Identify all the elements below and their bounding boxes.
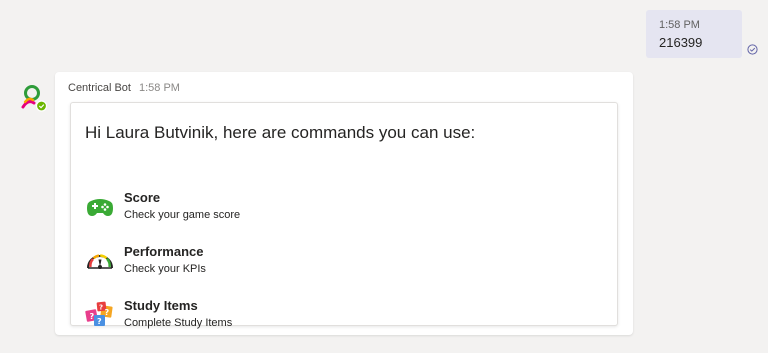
command-score-text: Score Check your game score bbox=[124, 189, 240, 223]
svg-text:?: ? bbox=[97, 317, 102, 326]
bot-sender-name[interactable]: Centrical Bot bbox=[68, 82, 131, 94]
command-study-items-text: Study Items Complete Study Items bbox=[124, 297, 232, 331]
svg-text:?: ? bbox=[99, 304, 103, 312]
command-score[interactable]: Score Check your game score bbox=[85, 189, 585, 225]
bot-message-time: 1:58 PM bbox=[138, 82, 180, 94]
command-title: Study Items bbox=[124, 298, 198, 313]
command-performance[interactable]: Performance Check your KPIs bbox=[85, 243, 585, 279]
sent-message-time: 1:58 PM bbox=[659, 19, 700, 31]
card-title: Hi Laura Butvinik, here are commands you… bbox=[85, 123, 476, 142]
sent-message-text: 216399 bbox=[659, 35, 703, 50]
read-check-icon bbox=[747, 44, 758, 55]
bot-message-header: Centrical Bot 1:58 PM bbox=[68, 81, 180, 95]
question-cards-icon: ? ? ? ? bbox=[85, 301, 113, 326]
command-performance-text: Performance Check your KPIs bbox=[124, 243, 206, 277]
speedometer-icon bbox=[87, 254, 113, 269]
bot-message: Centrical Bot 1:58 PM Hi Laura Butvinik, … bbox=[55, 72, 633, 335]
command-study-items[interactable]: ? ? ? ? Study Items Complete Study Items bbox=[85, 297, 585, 333]
svg-text:?: ? bbox=[105, 308, 110, 317]
sent-message-bubble[interactable]: 1:58 PM 216399 bbox=[646, 10, 742, 58]
commands-card: Hi Laura Butvinik, here are commands you… bbox=[70, 102, 618, 329]
command-description: Complete Study Items bbox=[124, 317, 233, 329]
command-title: Performance bbox=[124, 244, 204, 259]
chat-area: 1:58 PM 216399 Centrical Bot 1:58 PM Hi L… bbox=[0, 0, 768, 353]
command-title: Score bbox=[124, 190, 161, 205]
command-description: Check your KPIs bbox=[124, 263, 206, 275]
command-description: Check your game score bbox=[124, 209, 241, 221]
svg-text:?: ? bbox=[90, 312, 95, 321]
gamepad-icon bbox=[87, 199, 113, 216]
centrical-logo-icon[interactable] bbox=[20, 83, 48, 113]
